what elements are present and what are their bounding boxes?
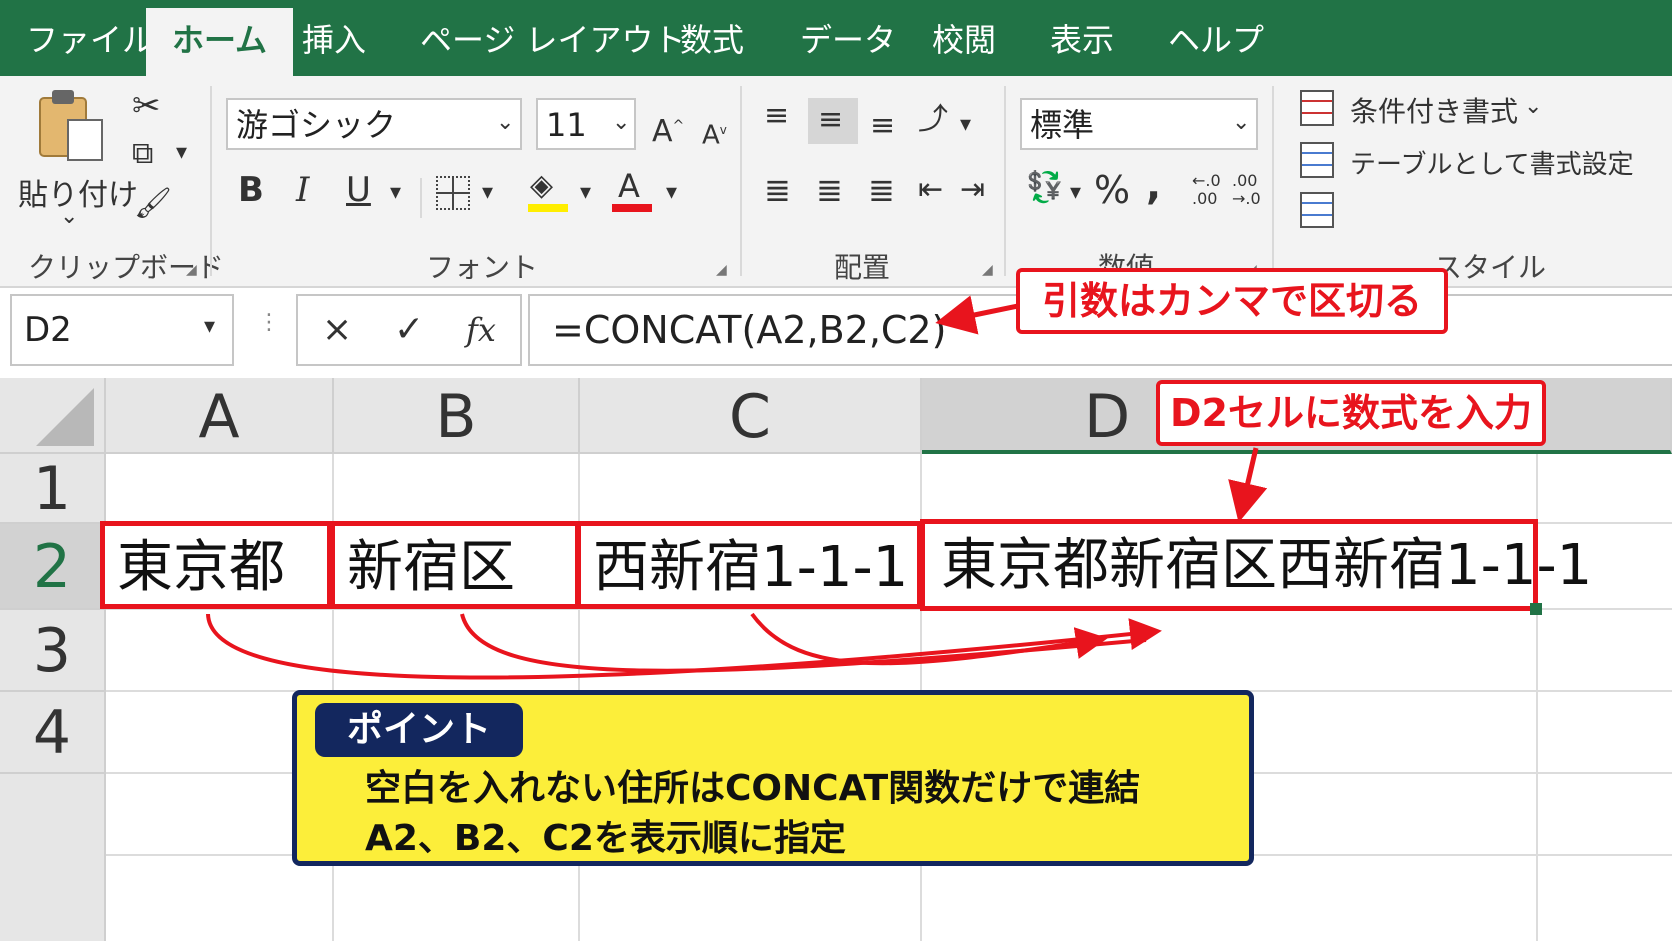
arrow-c2-to-d2 [750, 612, 1108, 666]
point-badge: ポイント [315, 703, 523, 757]
callout-args: 引数はカンマで区切る [1016, 268, 1448, 334]
point-line-2: A2、B2、C2を表示順に指定 [365, 818, 846, 859]
point-line-1: 空白を入れない住所はCONCAT関数だけで連結 [365, 768, 1141, 809]
arrow-callout-to-formula [935, 295, 1019, 335]
excel-window: { "tabs":["ファイル","ホーム","挿入","ページ レイアウト",… [0, 0, 1672, 941]
arrow-a2-to-d2 [206, 613, 1162, 680]
callout-d2: D2セルに数式を入力 [1156, 380, 1546, 446]
arrow-callout-to-d2 [1228, 447, 1268, 523]
point-box: ポイント 空白を入れない住所はCONCAT関数だけで連結 A2、B2、C2を表示… [292, 690, 1254, 866]
